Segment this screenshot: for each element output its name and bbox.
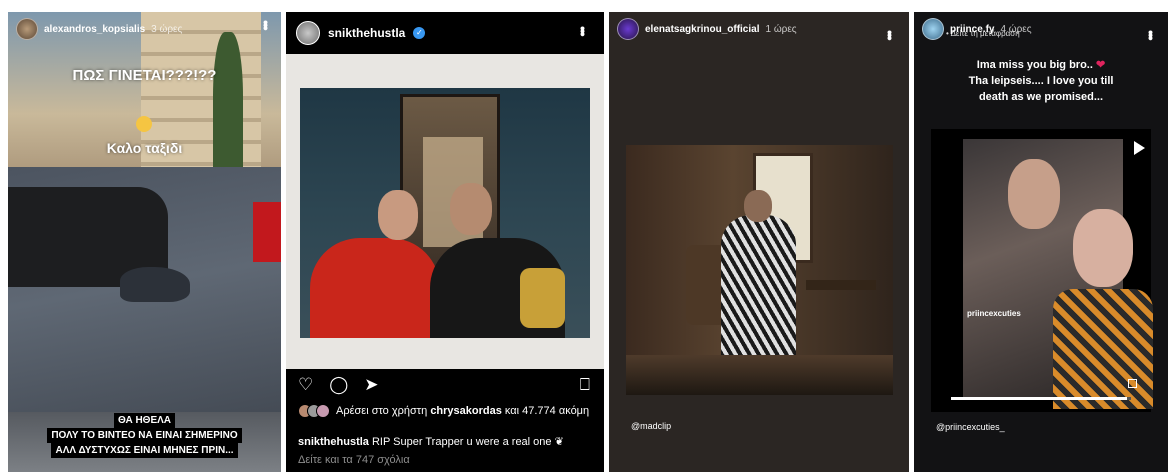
like-heart-icon[interactable]: ♡ [298,376,313,394]
video-frame [963,139,1153,409]
person-head [378,190,418,240]
likes-summary: Αρέσει στο χρήστη chrysakordas και 47.77… [298,404,593,418]
caption-username[interactable]: snikthehustla [298,436,369,448]
story-text-line: Ima miss you big bro.. ❤ [914,57,1168,73]
avatar[interactable] [617,18,639,40]
avatar[interactable] [922,18,944,40]
more-options-icon[interactable]: ••• [258,20,274,29]
story-text-line: Tha leipseis.... I love you till [968,75,1114,87]
story-panel-priince[interactable]: priince.fy 4 ώρες • Δείτε τη μετάφραση •… [914,12,1168,472]
person-zebra-outfit [721,215,796,365]
caption-line: ΘΑ ΗΘΕΛΑ [113,413,176,428]
username[interactable]: snikthehustla [328,26,405,40]
username[interactable]: elenatsagkrinou_official [645,24,759,35]
person-head [1008,159,1060,229]
post-actions: ♡ ◯ ➤ [298,376,379,394]
share-icon[interactable]: ➤ [364,376,378,394]
story-text: Ima miss you big bro.. ❤ Tha leipseis...… [914,57,1168,105]
story-headline: ΠΩΣ ΓΙΝΕΤΑΙ???!?? [72,67,217,84]
bookmark-icon[interactable]: ⎕ [580,376,590,394]
emoji-icon [136,116,152,132]
translate-link[interactable]: • Δείτε τη μετάφραση [946,29,1020,38]
story-header: alexandros_kopsialis 3 ώρες [16,18,182,40]
video-progress-fill [951,397,1128,400]
story-caption: ΘΑ ΗΘΕΛΑ ΠΟΛΥ ΤΟ ΒΙΝΤΕΟ ΝΑ ΕΙΝΑΙ ΣΗΜΕΡΙΝ… [8,413,281,458]
person-head [450,183,492,235]
username[interactable]: alexandros_kopsialis [44,24,145,35]
post-header: snikthehustla ✓ [286,12,604,54]
caption-line: ΠΟΛΥ ΤΟ ΒΙΝΤΕΟ ΝΑ ΕΙΝΑΙ ΣΗΜΕΡΙΝΟ [47,428,242,443]
floor [626,355,893,395]
mention-tag[interactable]: @madclip [631,421,671,431]
person-red-jacket [310,238,440,338]
story-text-span: Ima miss you big bro.. [976,59,1096,71]
likes-prefix: Αρέσει στο χρήστη [336,405,431,417]
timestamp: 1 ώρες [765,23,797,35]
verified-badge-icon: ✓ [413,27,426,39]
patterned-shirt [1053,289,1153,409]
dove-icon: ❦ [554,436,564,448]
more-options-icon[interactable]: ••• [1143,30,1159,39]
post-caption: snikthehustla RIP Super Trapper u were a… [298,435,564,448]
video-label: priincexcuties [967,309,1021,318]
photo-content [300,88,590,338]
car-mirror [120,267,190,302]
person-head [1073,209,1133,287]
likes-text: Αρέσει στο χρήστη chrysakordas και 47.77… [336,404,589,418]
play-icon[interactable] [1134,141,1145,155]
person-head [744,190,772,222]
view-comments-link[interactable]: Δείτε και τα 747 σχόλια [298,454,410,466]
caption-line: ΑΛΛ ΔΥΣΤΥΧΩΣ ΕΙΝΑΙ ΜΗΝΕΣ ΠΡΙΝ... [51,443,238,458]
table [806,280,876,290]
embedded-video[interactable]: priincexcuties [931,129,1153,412]
story-header: elenatsagkrinou_official 1 ώρες [617,18,797,40]
story-subline: Καλο ταξιδι [106,140,183,156]
broken-heart-icon: ❤ [1095,59,1106,71]
video-progress-bar[interactable] [951,397,1131,400]
expand-icon[interactable] [1128,379,1137,388]
likes-count[interactable]: και 47.774 ακόμη [502,405,589,417]
liker-avatar [316,404,330,418]
avatar[interactable] [296,21,320,45]
post-panel-snikthehustla: snikthehustla ✓ ••• ♡ ◯ ➤ ⎕ Αρέσει στο χ… [286,12,604,472]
liker-avatars [298,404,330,418]
comment-icon[interactable]: ◯ [329,376,348,394]
likes-user-link[interactable]: chrysakordas [430,405,502,417]
avatar[interactable] [16,18,38,40]
gold-sleeve [520,268,565,328]
story-panel-alexandros[interactable]: alexandros_kopsialis 3 ώρες ••• ΠΩΣ ΓΙΝΕ… [8,12,281,472]
red-object [253,202,281,262]
post-photo[interactable] [286,54,604,369]
more-options-icon[interactable]: ••• [882,30,898,39]
story-panel-elena[interactable]: elenatsagkrinou_official 1 ώρες ••• @mad… [609,12,909,472]
mention-tag[interactable]: @priincexcuties_ [936,422,1005,432]
chair [686,245,726,325]
story-text-line: death as we promised... [978,91,1104,103]
timestamp: 3 ώρες [151,23,183,35]
caption-text: RIP Super Trapper u were a real one [368,436,555,448]
more-options-icon[interactable]: ••• [575,26,591,35]
story-photo [626,145,893,395]
